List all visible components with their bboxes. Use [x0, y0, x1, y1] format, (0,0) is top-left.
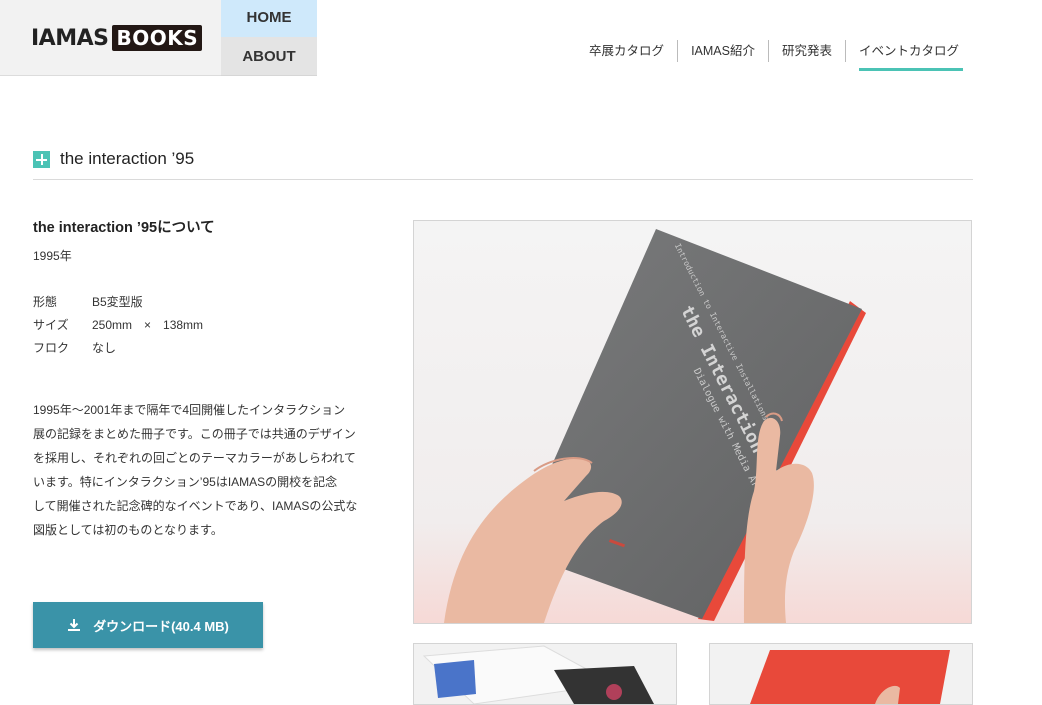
nav-about[interactable]: ABOUT — [221, 37, 317, 76]
spec-row: 形態 B5変型版 — [33, 291, 363, 314]
description-line: 1995年〜2001年まで隔年で4回開催したインタラクション — [33, 403, 346, 417]
description-line: います。特にインタラクション’95はIAMASの開校を記念 — [33, 475, 338, 489]
thumbnail-red-book[interactable] — [709, 643, 973, 705]
site-logo[interactable]: IAMAS BOOKS — [31, 24, 203, 52]
nav-home[interactable]: HOME — [221, 0, 317, 37]
spec-value: B5変型版 — [92, 295, 143, 309]
nav-research[interactable]: 研究発表 — [769, 40, 845, 62]
book-heading: the interaction ’95について — [33, 220, 215, 236]
spec-row: フロク なし — [33, 337, 363, 360]
download-label: ダウンロード(40.4 MB) — [93, 618, 229, 634]
logo-text-iamas: IAMAS — [31, 25, 109, 51]
download-icon — [68, 619, 81, 631]
nav-graduation-catalog[interactable]: 卒展カタログ — [576, 40, 677, 62]
book-year: 1995年 — [33, 249, 72, 263]
nav-iamas-intro[interactable]: IAMAS紹介 — [678, 40, 768, 62]
download-button[interactable]: ダウンロード(40.4 MB) — [33, 602, 263, 648]
thumbnail-illustration — [414, 644, 676, 704]
book-photo-illustration: Introduction to Interactive Installation… — [414, 221, 971, 623]
thumbnail-open-book[interactable] — [413, 643, 677, 705]
book-info: the interaction ’95について 1995年 形態 B5変型版 サ… — [33, 218, 363, 360]
section-header: the interaction ’95 — [33, 146, 973, 180]
plus-icon — [33, 151, 50, 168]
side-nav: HOME ABOUT — [221, 0, 317, 76]
description-line: 図版としては初のものとなります。 — [33, 523, 223, 537]
spec-key: フロク — [33, 341, 70, 355]
description-line: して開催された記念碑的なイベントであり、IAMASの公式な — [33, 499, 358, 513]
spec-list: 形態 B5変型版 サイズ 250mm × 138mm フロク なし — [33, 291, 363, 360]
book-photo[interactable]: Introduction to Interactive Installation… — [413, 220, 972, 624]
spec-key: サイズ — [33, 318, 69, 332]
description-line: 展の記録をまとめた冊子です。この冊子では共通のデザイン — [33, 427, 356, 441]
top-nav: 卒展カタログ IAMAS紹介 研究発表 イベントカタログ — [576, 40, 972, 71]
spec-row: サイズ 250mm × 138mm — [33, 314, 363, 337]
book-description: 1995年〜2001年まで隔年で4回開催したインタラクション 展の記録をまとめた… — [33, 398, 363, 542]
spec-key: 形態 — [33, 295, 58, 309]
description-line: を採用し、それぞれの回ごとのテーマカラーがあしらわれて — [33, 451, 356, 465]
page-title: the interaction ’95 — [60, 149, 195, 168]
spec-value: 250mm × 138mm — [92, 318, 204, 332]
logo-text-books: BOOKS — [112, 25, 203, 51]
logo-box: IAMAS BOOKS — [0, 0, 221, 76]
spec-value: なし — [92, 341, 117, 355]
nav-event-catalog[interactable]: イベントカタログ — [846, 40, 972, 71]
thumbnail-illustration — [710, 644, 972, 704]
